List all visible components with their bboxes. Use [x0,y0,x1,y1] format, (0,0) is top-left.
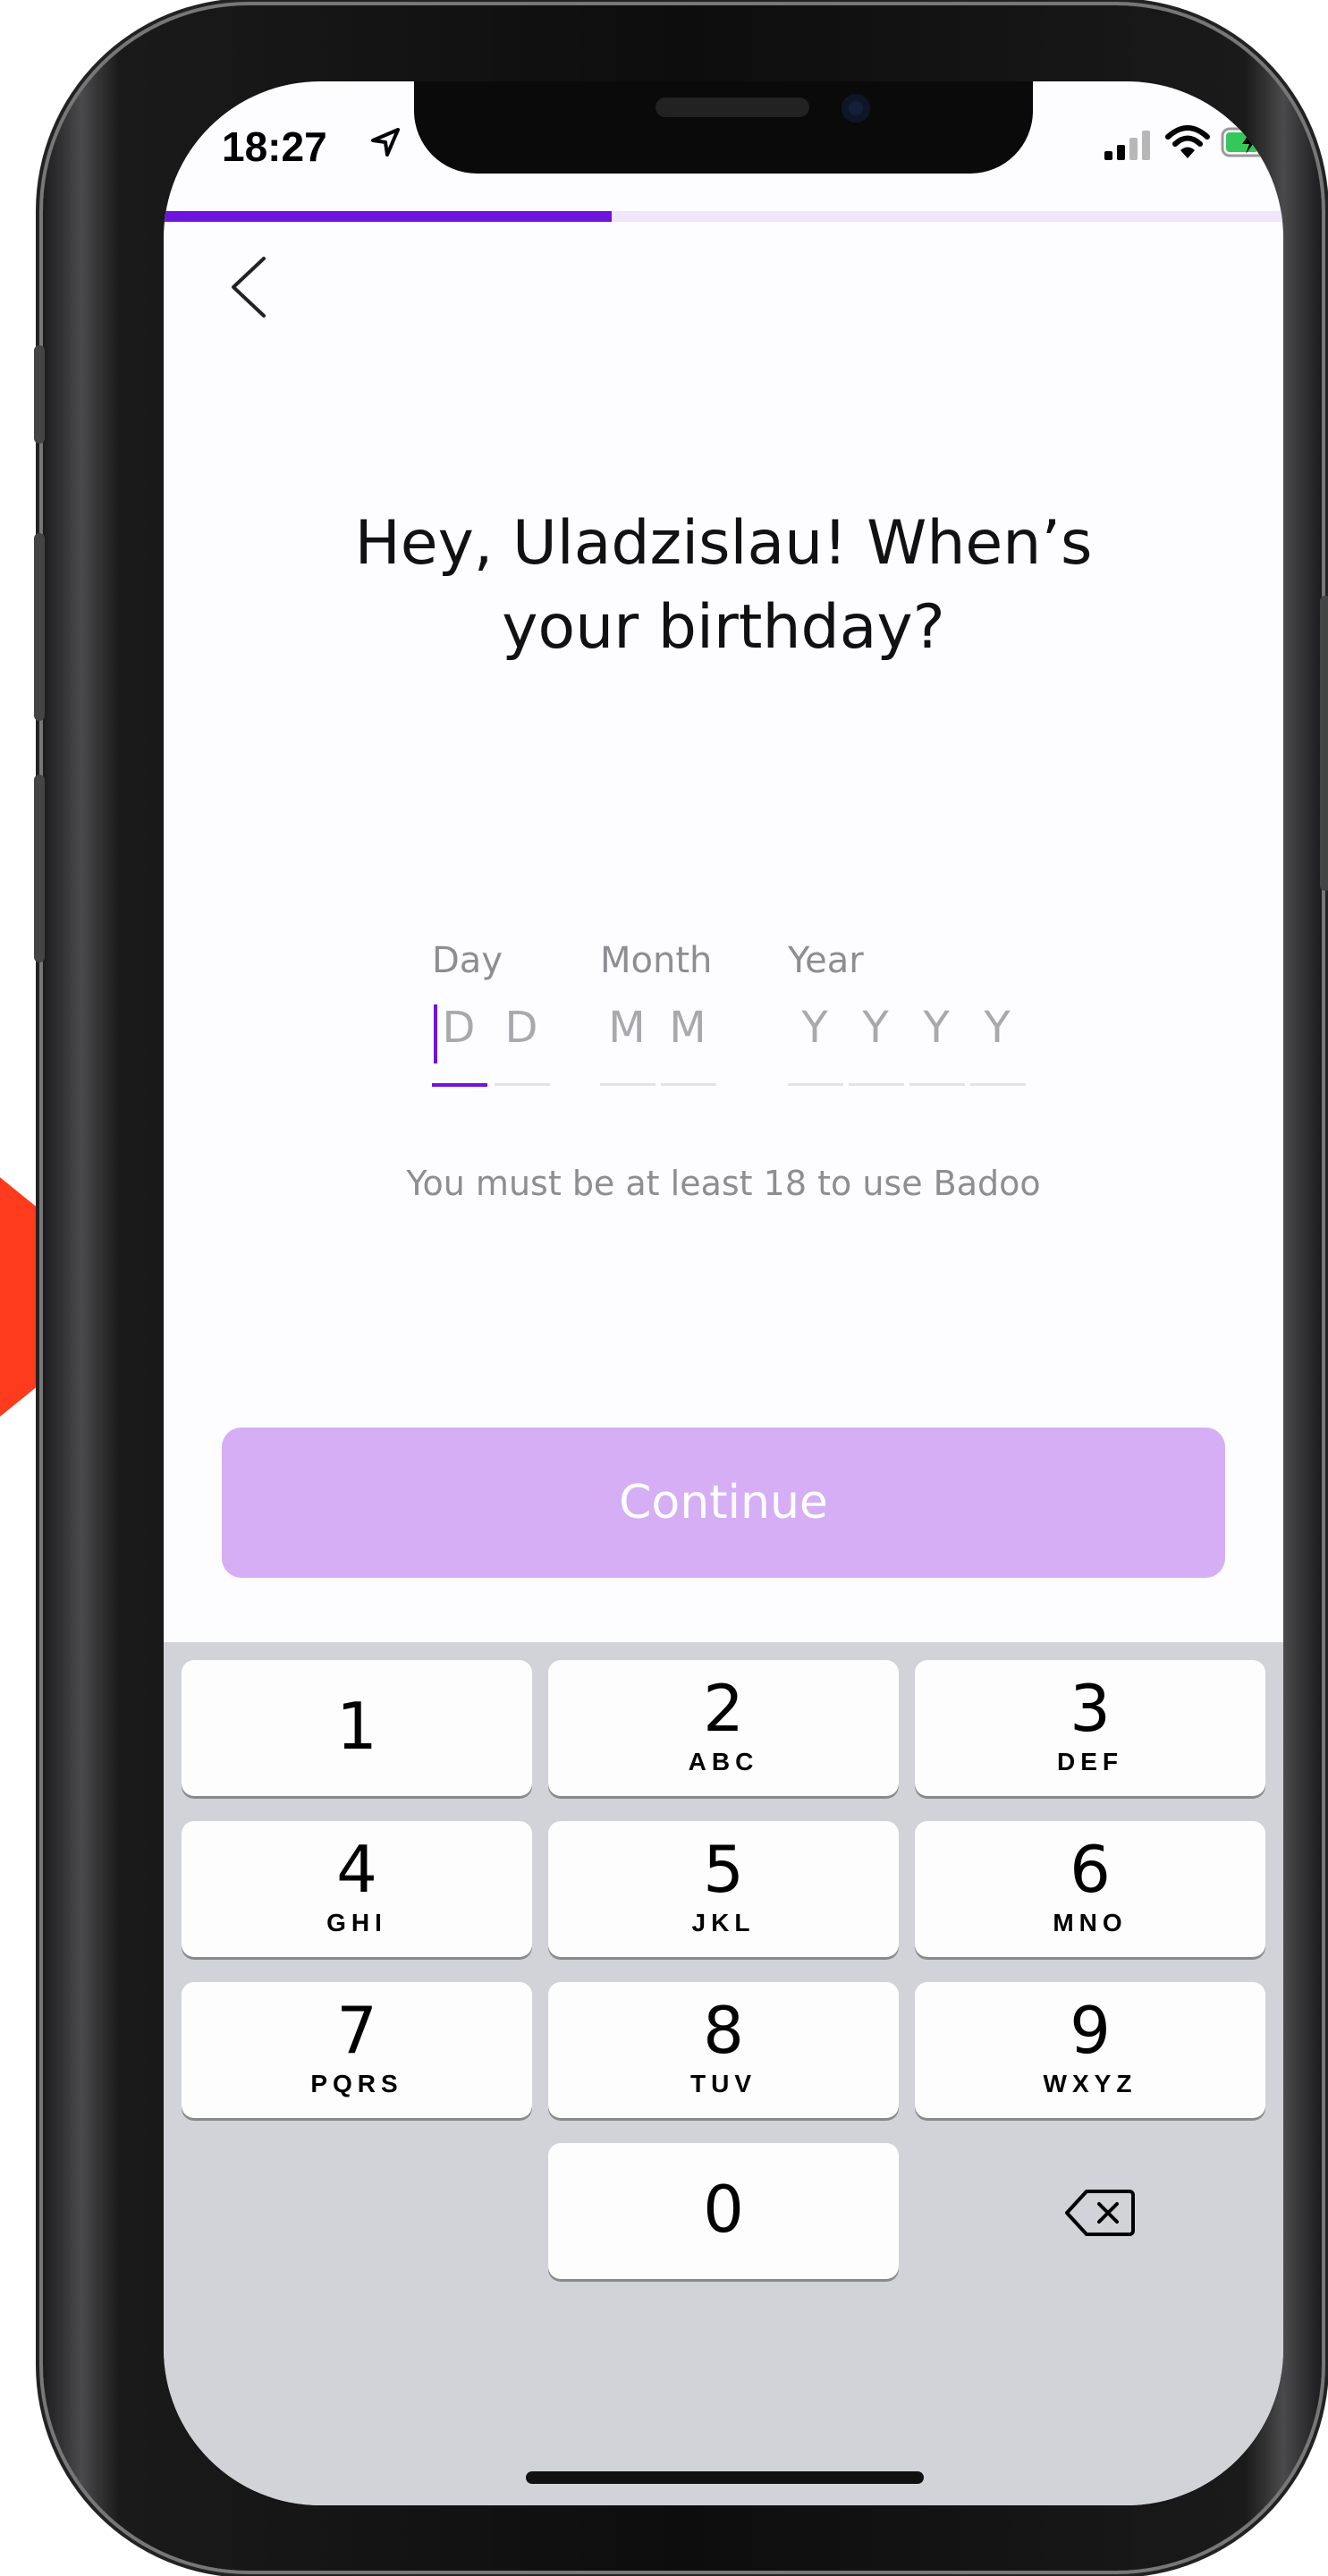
key-9-letters: WXYZ [1043,2070,1138,2097]
year-digit-2-underline [849,1083,904,1086]
key-2-number: 2 [703,1671,744,1746]
key-1-number: 1 [336,1689,377,1764]
page-title: Hey, Uladzislau! When’s your birthday? [253,502,1194,670]
year-label: Year [788,940,864,981]
title-line-2: your birthday? [502,592,945,663]
key-3[interactable]: 3 DEF [915,1660,1265,1796]
year-digit-4[interactable]: Y [970,1003,1024,1056]
key-6-letters: MNO [1053,1909,1128,1936]
year-digit-1[interactable]: Y [788,1003,842,1056]
month-digit-2-underline [661,1083,716,1086]
month-digit-1[interactable]: M [600,1003,654,1056]
key-1[interactable]: 1 [182,1660,532,1796]
phone-screen: 18:27 Hey, Uladzislau! When’s your birth… [164,81,1283,2505]
onboarding-progress-bar [164,211,1283,222]
key-8[interactable]: 8 TUV [548,1982,899,2118]
text-cursor [434,1004,437,1063]
status-time: 18:27 [222,123,327,170]
key-4[interactable]: 4 GHI [182,1821,532,1957]
power-button [1320,596,1328,891]
phone-frame: 18:27 Hey, Uladzislau! When’s your birth… [34,5,1328,2571]
key-0-number: 0 [703,2172,744,2247]
month-field[interactable]: Month [600,940,712,981]
month-label: Month [600,940,713,981]
key-3-letters: DEF [1057,1748,1123,1775]
mute-switch [34,345,45,444]
key-7-number: 7 [336,1993,377,2068]
year-digit-4-underline [970,1083,1026,1086]
year-digit-3-underline [909,1083,965,1086]
key-7-letters: PQRS [310,2070,403,2097]
day-digit-1-underline [432,1083,487,1087]
key-9[interactable]: 9 WXYZ [915,1982,1265,2118]
delete-key[interactable] [915,2143,1265,2279]
month-digit-1-underline [600,1083,656,1086]
speaker-grille [656,97,809,117]
key-2[interactable]: 2 ABC [548,1660,899,1796]
day-digit-2-underline [495,1083,550,1086]
key-0[interactable]: 0 [548,2143,899,2279]
key-4-letters: GHI [326,1909,387,1936]
volume-up-button [34,533,45,721]
home-indicator[interactable] [526,2471,924,2484]
key-8-number: 8 [703,1993,744,2068]
front-camera [842,94,870,123]
age-requirement-hint: You must be at least 18 to use Badoo [406,1164,1041,1203]
year-digit-3[interactable]: Y [909,1003,963,1056]
volume-down-button [34,775,45,962]
battery-charging-icon [1221,127,1282,157]
day-digit-1[interactable]: D [432,1003,486,1056]
title-line-1: Hey, Uladzislau! When’s [354,508,1093,579]
day-digit-2[interactable]: D [495,1003,548,1056]
key-5[interactable]: 5 JKL [548,1821,899,1957]
location-arrow-icon [371,128,400,157]
year-digit-2[interactable]: Y [849,1003,902,1056]
key-7[interactable]: 7 PQRS [182,1982,532,2118]
day-label: Day [432,940,503,981]
continue-button[interactable]: Continue [222,1428,1225,1578]
cellular-signal-icon [1104,131,1150,160]
day-field[interactable]: Day [432,940,503,981]
key-5-number: 5 [703,1832,744,1907]
year-field[interactable]: Year [788,940,864,981]
month-digit-2[interactable]: M [661,1003,715,1056]
key-3-number: 3 [1070,1671,1111,1746]
birthday-input[interactable]: Day Month Year D D M M Y Y Y Y [164,940,1283,1119]
notch [414,81,1033,174]
key-2-letters: ABC [688,1748,759,1775]
progress-fill [164,211,612,222]
key-6-number: 6 [1070,1832,1111,1907]
key-4-number: 4 [336,1832,377,1907]
year-digit-1-underline [788,1083,843,1086]
backspace-icon [1065,2190,1135,2236]
wifi-icon [1165,125,1210,158]
numeric-keypad: 1 2 ABC 3 DEF 4 GHI 5 JKL 6 MNO 7 PQRS 8… [164,1642,1283,2505]
key-5-letters: JKL [691,1909,756,1936]
back-chevron-icon[interactable] [219,242,282,332]
key-8-letters: TUV [690,2070,757,2097]
key-9-number: 9 [1070,1993,1111,2068]
key-6[interactable]: 6 MNO [915,1821,1265,1957]
